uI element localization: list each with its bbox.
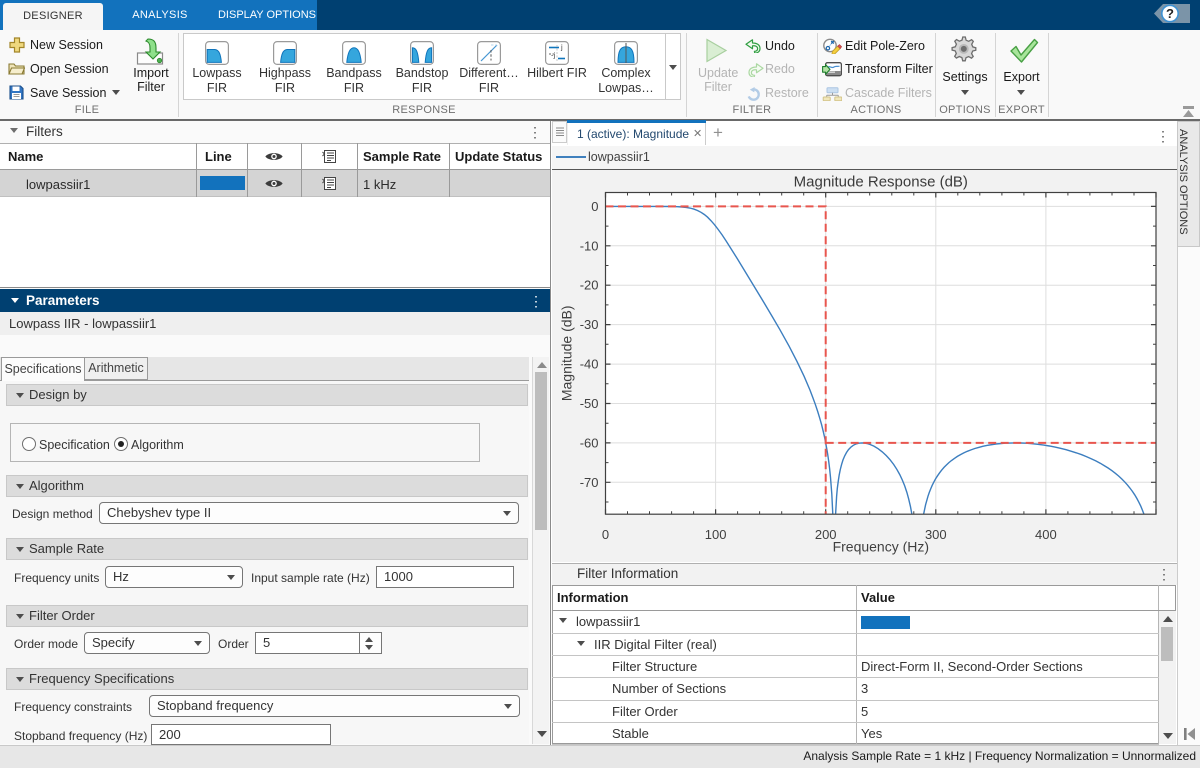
svg-text:-60: -60 — [580, 435, 599, 450]
svg-text:100: 100 — [705, 527, 727, 542]
svg-text:Magnitude (dB): Magnitude (dB) — [559, 305, 575, 401]
svg-text:-30: -30 — [580, 317, 599, 332]
svg-text:Frequency (Hz): Frequency (Hz) — [833, 539, 929, 555]
svg-text:0: 0 — [602, 527, 609, 542]
svg-text:j: j — [560, 43, 563, 52]
svg-text:-70: -70 — [580, 475, 599, 490]
svg-text:0: 0 — [591, 199, 598, 214]
svg-text:-40: -40 — [580, 357, 599, 372]
svg-text:?: ? — [1166, 6, 1174, 21]
svg-text:Magnitude Response (dB): Magnitude Response (dB) — [794, 174, 968, 191]
svg-text:-50: -50 — [580, 396, 599, 411]
svg-text:-j: -j — [551, 51, 555, 60]
svg-text:-10: -10 — [580, 238, 599, 253]
svg-text:-20: -20 — [580, 278, 599, 293]
svg-text:400: 400 — [1035, 527, 1057, 542]
